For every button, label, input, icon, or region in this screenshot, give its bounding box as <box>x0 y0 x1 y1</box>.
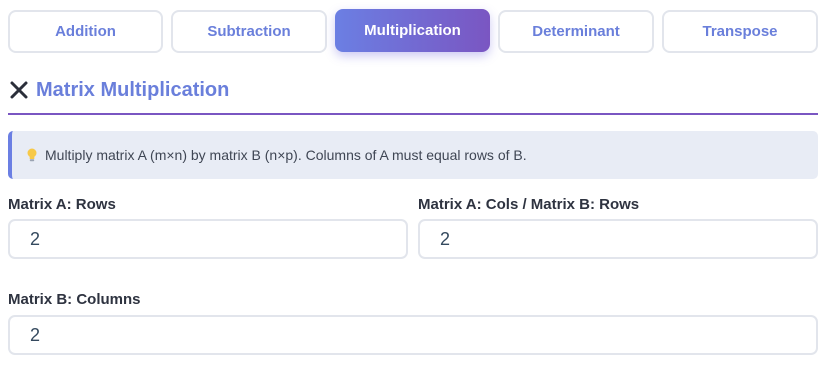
matrix-a-cols-label: Matrix A: Cols / Matrix B: Rows <box>418 196 640 213</box>
section-header: Matrix Multiplication <box>8 76 229 104</box>
matrix-a-rows-label: Matrix A: Rows <box>8 196 116 213</box>
matrix-b-cols-label: Matrix B: Columns <box>8 291 141 308</box>
close-icon[interactable] <box>8 79 30 101</box>
operation-tabs: Addition Subtraction Multiplication Dete… <box>8 9 818 54</box>
matrix-calculator-page: Addition Subtraction Multiplication Dete… <box>0 0 830 365</box>
matrix-b-cols-input[interactable] <box>8 315 818 355</box>
tab-determinant[interactable]: Determinant <box>498 10 654 53</box>
section-title: Matrix Multiplication <box>36 78 230 101</box>
info-text: Multiply matrix A (m×n) by matrix B (n×p… <box>45 147 527 163</box>
matrix-a-rows-input[interactable] <box>8 219 408 259</box>
tab-transpose[interactable]: Transpose <box>662 10 818 53</box>
tab-subtraction[interactable]: Subtraction <box>171 10 327 53</box>
tab-multiplication[interactable]: Multiplication <box>335 9 490 52</box>
info-box: Multiply matrix A (m×n) by matrix B (n×p… <box>8 131 818 179</box>
lightbulb-icon <box>26 148 38 162</box>
matrix-a-cols-input[interactable] <box>418 219 818 259</box>
tab-addition[interactable]: Addition <box>8 10 163 53</box>
section-divider <box>8 113 818 115</box>
